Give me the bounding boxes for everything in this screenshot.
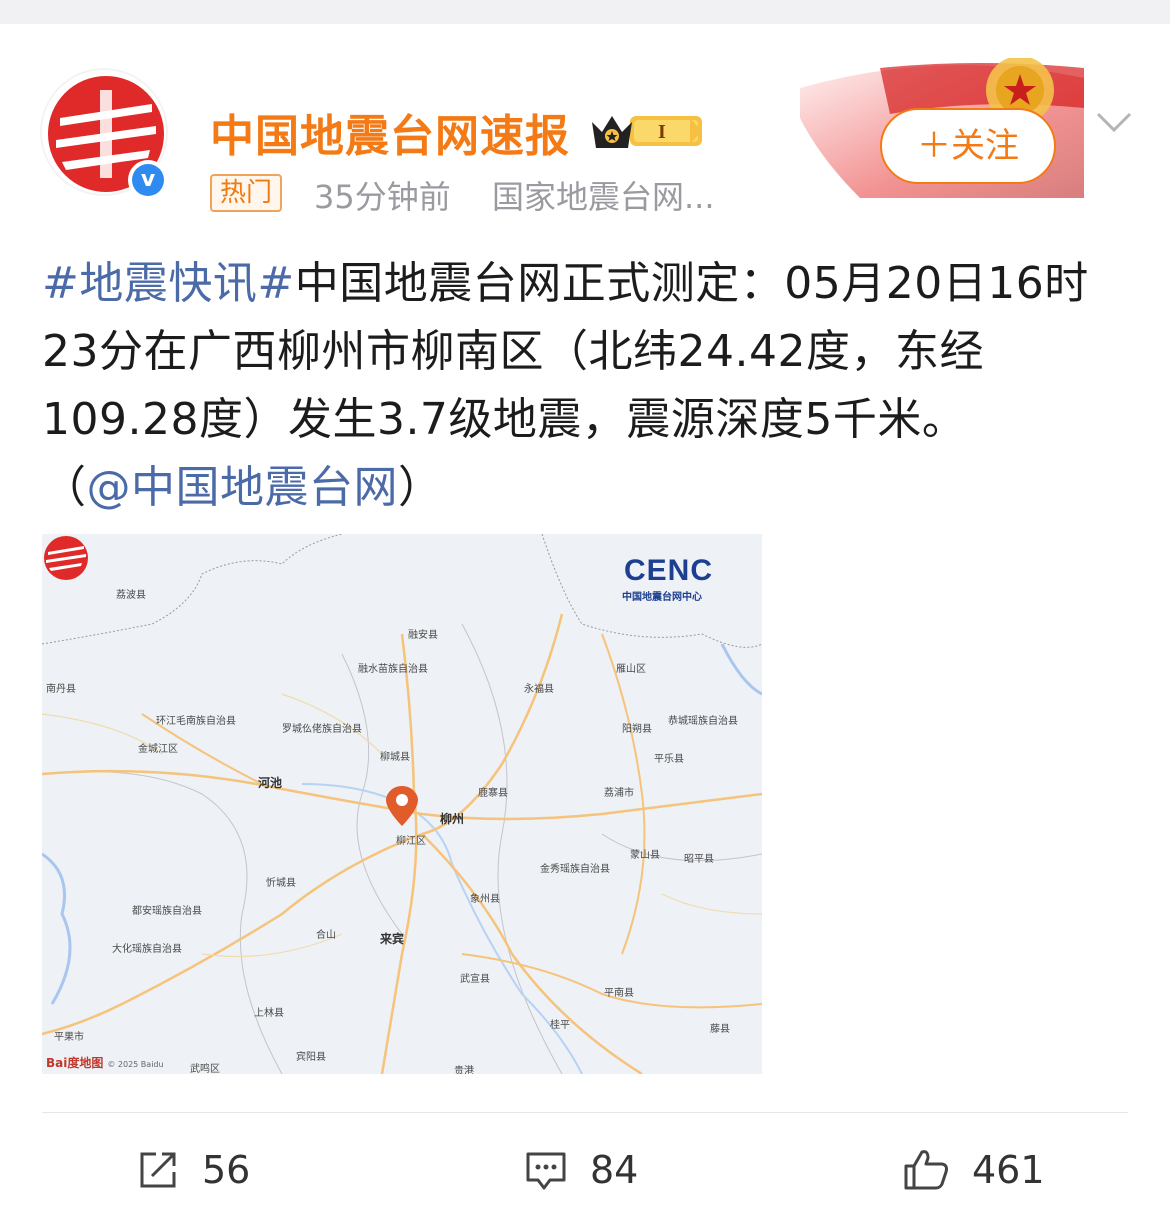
- map-label: 大化瑶族自治县: [112, 944, 182, 955]
- mention-close: ）: [398, 462, 443, 513]
- map-label: 金城江区: [138, 744, 178, 755]
- verified-icon: v: [128, 160, 168, 200]
- post-source[interactable]: 国家地震台网...: [492, 172, 715, 218]
- map-label: 阳朔县: [622, 724, 652, 735]
- map-label: 河池: [258, 776, 283, 790]
- svg-text:I: I: [658, 121, 666, 143]
- map-label: 荔浦市: [604, 788, 634, 799]
- map-label: 忻城县: [266, 878, 296, 889]
- map-label: 贵港: [454, 1066, 474, 1074]
- map-label: 武宣县: [460, 974, 490, 985]
- mention-open: （: [42, 462, 87, 513]
- map-label: 都安瑶族自治县: [132, 906, 202, 917]
- comment-count: 84: [590, 1148, 639, 1192]
- map-label: 平果市: [54, 1032, 84, 1043]
- hot-badge: 热门: [210, 174, 283, 212]
- map-label: 桂平: [550, 1020, 570, 1031]
- map-label: 荔波县: [116, 590, 146, 601]
- map-label: 永福县: [524, 684, 554, 695]
- map-label: 蒙山县: [630, 850, 660, 861]
- map-label: 柳江区: [396, 836, 426, 847]
- map-label: 融水苗族自治县: [358, 664, 428, 675]
- like-icon: [904, 1150, 948, 1190]
- repost-count: 56: [202, 1148, 251, 1192]
- cenc-logo-subtitle: 中国地震台网中心: [622, 592, 702, 603]
- post-text: #地震快讯#中国地震台网正式测定：05月20日16时23分在广西柳州市柳南区（北…: [42, 250, 1132, 522]
- map-label: 雁山区: [616, 664, 646, 675]
- map-label: 平南县: [604, 988, 634, 999]
- like-button[interactable]: 461: [902, 1142, 1045, 1198]
- repost-button[interactable]: 56: [136, 1142, 250, 1198]
- cenc-logo-icon: [44, 536, 88, 580]
- map-label: 罗城仫佬族自治县: [282, 724, 362, 735]
- map-label: 柳城县: [380, 752, 410, 763]
- crown-badge-icon[interactable]: I: [590, 108, 706, 152]
- map-label: 融安县: [408, 630, 438, 641]
- earthquake-map-image[interactable]: 荔波县 融安县 融水苗族自治县 永福县 雁山区 南丹县 环江毛南族自治县 罗城仫…: [42, 534, 762, 1074]
- follow-button[interactable]: ＋关注: [880, 108, 1056, 184]
- map-roads: [42, 534, 762, 1074]
- comment-button[interactable]: 84: [524, 1142, 638, 1198]
- mention-link[interactable]: @中国地震台网: [87, 462, 399, 513]
- map-label: 藤县: [710, 1024, 730, 1035]
- chevron-down-icon[interactable]: [1094, 106, 1134, 136]
- map-label: 环江毛南族自治县: [156, 716, 236, 727]
- divider: [42, 1112, 1128, 1113]
- map-label: 昭平县: [684, 854, 714, 865]
- topic-link[interactable]: #地震快讯#: [42, 258, 295, 309]
- map-label: 来宾: [380, 932, 405, 946]
- map-label: 平乐县: [654, 754, 684, 765]
- like-count: 461: [972, 1148, 1045, 1192]
- map-label: 金秀瑶族自治县: [540, 864, 610, 875]
- map-label: 恭城瑶族自治县: [668, 716, 738, 727]
- weibo-post-card: v 中国地震台网速报 I 热门 35分钟前 国家地震台网... ＋关注 #地震快…: [0, 24, 1170, 1227]
- map-label: 南丹县: [46, 684, 76, 695]
- username[interactable]: 中国地震台网速报: [210, 100, 570, 164]
- map-label: 武鸣区: [190, 1064, 220, 1074]
- share-icon: [140, 1152, 176, 1188]
- cenc-logo-text: CENC: [624, 554, 714, 587]
- map-label: 合山: [316, 930, 336, 941]
- map-label: 象州县: [470, 894, 500, 905]
- map-label: 上林县: [254, 1008, 284, 1019]
- map-label: 柳州: [440, 812, 465, 826]
- baidu-watermark: Bai度地图 © 2025 Baidu: [46, 1056, 164, 1070]
- map-label: 宾阳县: [296, 1052, 326, 1063]
- comment-icon: [526, 1152, 566, 1190]
- map-label: 鹿寨县: [478, 788, 508, 799]
- post-time: 35分钟前: [314, 178, 451, 216]
